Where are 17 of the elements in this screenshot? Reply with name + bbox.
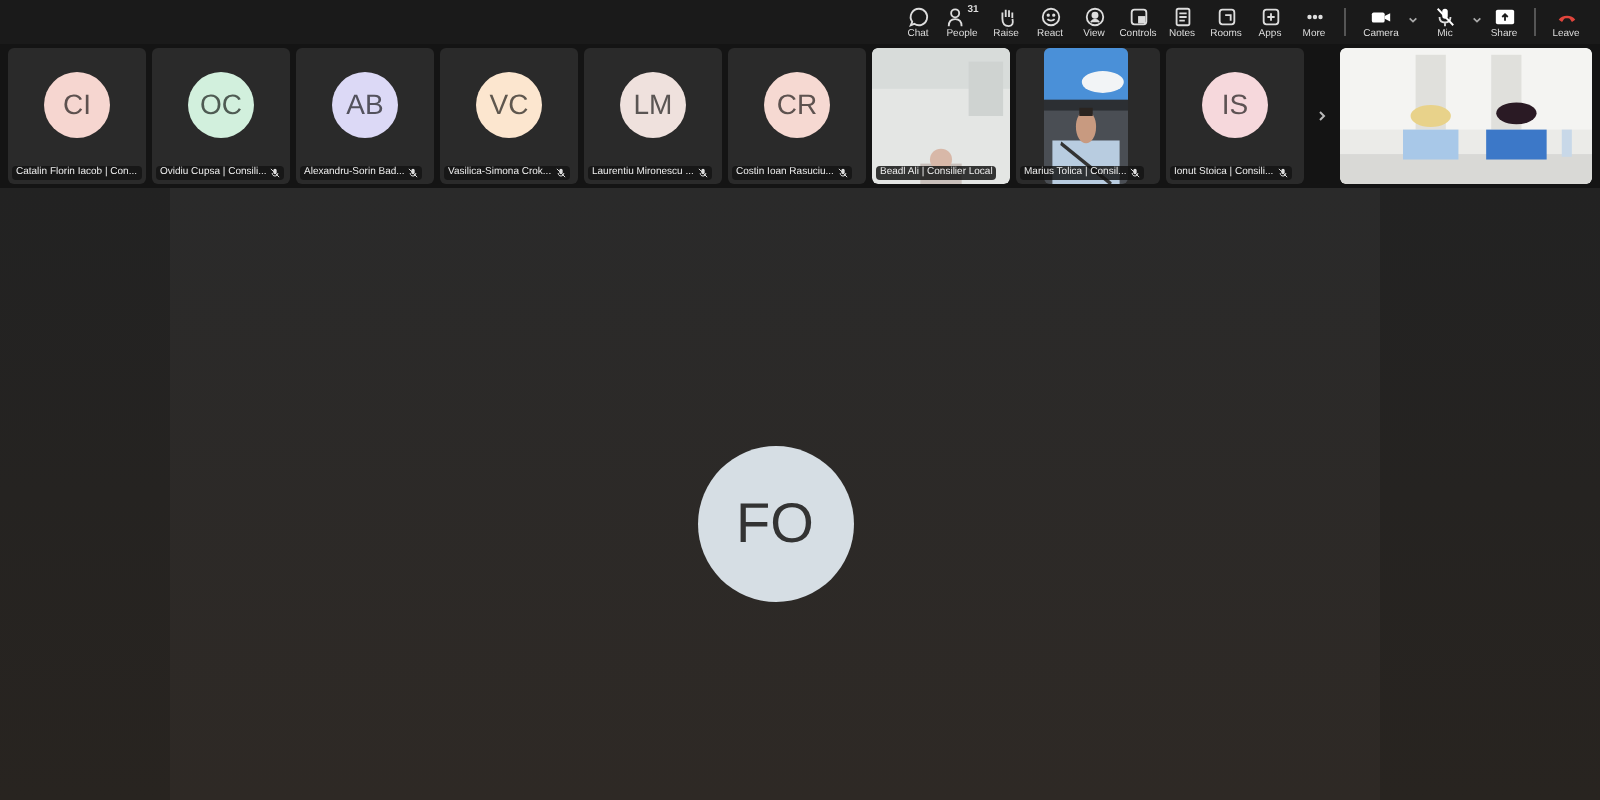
avatar: IS (1202, 72, 1268, 138)
avatar: VC (476, 72, 542, 138)
notes-icon (1171, 5, 1193, 27)
chat-icon (907, 5, 929, 27)
rooms-icon (1215, 5, 1237, 27)
avatar: LM (620, 72, 686, 138)
avatar: CI (44, 72, 110, 138)
controls-icon (1127, 5, 1149, 27)
people-icon (945, 5, 968, 27)
avatar: CR (764, 72, 830, 138)
apps-icon (1259, 5, 1281, 27)
share-icon (1493, 5, 1515, 27)
view-icon (1083, 5, 1105, 27)
smiley-icon (1039, 5, 1061, 27)
avatar: FO (697, 446, 853, 602)
avatar: AB (332, 72, 398, 138)
avatar: OC (188, 72, 254, 138)
